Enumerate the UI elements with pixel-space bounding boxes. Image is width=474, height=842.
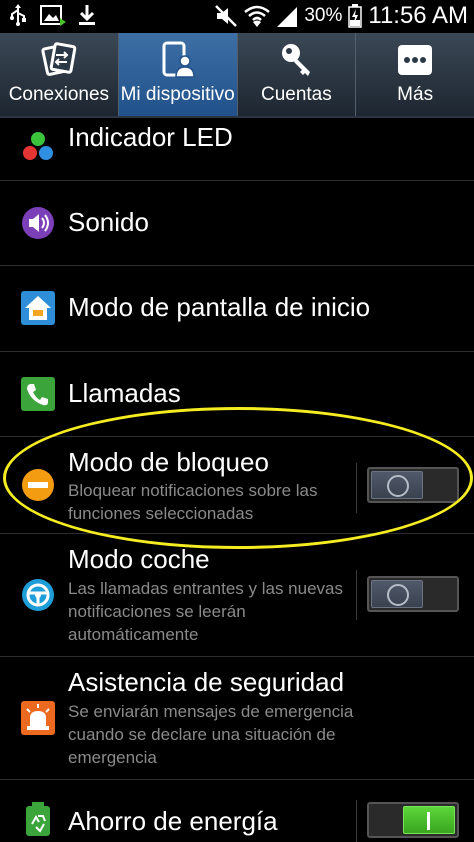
sound-icon (22, 207, 54, 239)
my-device-icon (162, 41, 195, 78)
battery-charging-icon (348, 4, 363, 28)
list-item-modo-coche[interactable]: Modo coche Las llamadas entrantes y las … (0, 534, 474, 657)
tab-mas[interactable]: Más (356, 33, 474, 116)
block-icon (22, 469, 54, 501)
clock: 11:56 AM (368, 2, 468, 29)
signal-icon (277, 7, 298, 27)
list-item-sonido[interactable]: Sonido (0, 181, 474, 266)
list-item-pantalla-inicio[interactable]: Modo de pantalla de inicio (0, 266, 474, 352)
steering-wheel-icon (22, 579, 54, 611)
tab-label: Cuentas (260, 84, 332, 105)
led-indicator-icon (23, 132, 53, 160)
ahorro-energia-toggle[interactable] (367, 802, 459, 838)
row-subtitle: Bloquear notificaciones sobre las funcio… (68, 481, 318, 523)
mute-icon (215, 5, 238, 27)
download-icon (79, 5, 95, 25)
wifi-icon (244, 5, 271, 27)
home-screen-icon (21, 291, 55, 325)
tab-label: Más (397, 84, 434, 105)
row-title: Modo de bloqueo (68, 447, 269, 477)
usb-icon (10, 4, 26, 26)
list-item-indicador-led[interactable]: Indicador LED (0, 118, 474, 181)
divider (356, 463, 357, 513)
list-item-llamadas[interactable]: Llamadas (0, 352, 474, 437)
row-title: Modo coche (68, 544, 210, 574)
row-subtitle: Las llamadas entrantes y las nuevas noti… (68, 579, 343, 644)
row-title: Ahorro de energía (68, 806, 278, 836)
tab-bar: Conexiones Mi dispositivo Cuentas Más (0, 33, 474, 118)
battery-percent: 30% (304, 5, 343, 26)
row-title: Modo de pantalla de inicio (68, 292, 371, 322)
tab-label: Conexiones (8, 84, 110, 105)
divider (356, 800, 357, 842)
divider (356, 570, 357, 620)
tab-label: Mi dispositivo (120, 84, 235, 105)
emergency-siren-icon (21, 701, 55, 735)
toggle-knob-on (403, 806, 455, 834)
tab-cuentas[interactable]: Cuentas (238, 33, 357, 116)
toggle-knob-off (371, 580, 423, 608)
phone-icon (21, 377, 55, 411)
battery-recycle-icon (26, 802, 50, 836)
row-subtitle: Se enviarán mensajes de emergencia cuand… (68, 702, 354, 767)
status-bar: 30% 11:56 AM (0, 0, 474, 33)
list-item-modo-bloqueo[interactable]: Modo de bloqueo Bloquear notificaciones … (0, 437, 474, 534)
modo-coche-toggle[interactable] (367, 576, 459, 612)
row-title: Sonido (68, 207, 149, 237)
list-item-ahorro-energia[interactable]: Ahorro de energía (0, 780, 474, 842)
accounts-key-icon (282, 44, 311, 76)
tab-conexiones[interactable]: Conexiones (0, 33, 119, 116)
modo-bloqueo-toggle[interactable] (367, 467, 459, 503)
row-title: Llamadas (68, 378, 181, 408)
row-title: Asistencia de seguridad (68, 667, 345, 697)
image-icon (40, 5, 66, 26)
list-item-asistencia-seguridad[interactable]: Asistencia de seguridad Se enviarán mens… (0, 657, 474, 780)
toggle-knob-off (371, 471, 423, 499)
connections-icon (41, 42, 77, 76)
tab-mi-dispositivo[interactable]: Mi dispositivo (118, 33, 238, 116)
more-icon (398, 45, 433, 75)
row-title: Indicador LED (68, 122, 233, 152)
